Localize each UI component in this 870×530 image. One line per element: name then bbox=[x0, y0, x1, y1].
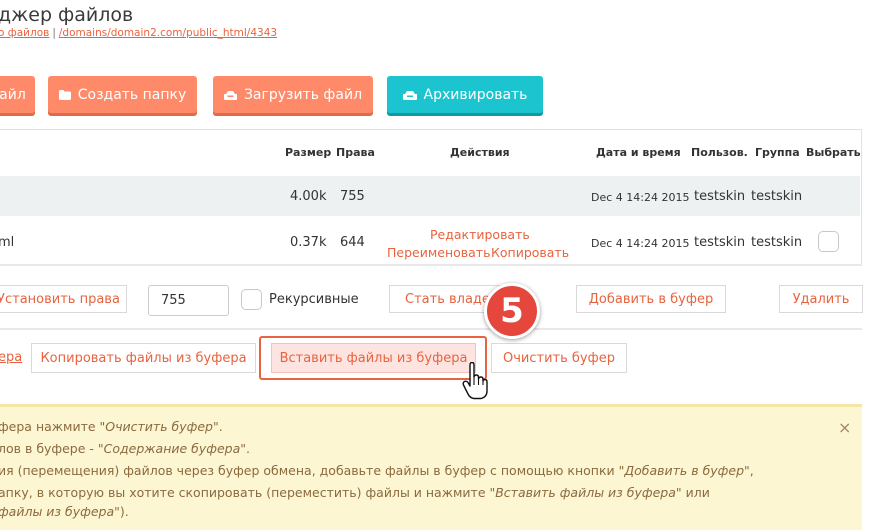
row2-filename[interactable]: ml bbox=[0, 235, 14, 250]
row1-group: testskin bbox=[751, 189, 803, 204]
breadcrumb-link-home[interactable]: о файлов bbox=[0, 27, 49, 39]
info-line-2: лов в буфере - "Содержание буфера". bbox=[0, 441, 250, 456]
col-header-perms[interactable]: Права bbox=[336, 146, 375, 159]
buffer-content-link[interactable]: ера bbox=[0, 350, 22, 365]
new-file-button[interactable]: айл bbox=[0, 76, 35, 113]
row1-size: 4.00k bbox=[290, 189, 327, 204]
delete-button[interactable]: Удалить bbox=[779, 285, 863, 313]
recursive-checkbox[interactable] bbox=[241, 289, 262, 310]
create-folder-label: Создать папку bbox=[77, 86, 187, 103]
archive-button[interactable]: Архивировать bbox=[387, 76, 543, 113]
divider bbox=[0, 264, 862, 266]
info-line-4: апку, в которую вы хотите скопировать (п… bbox=[0, 485, 710, 500]
upload-file-label: Загрузить файл bbox=[243, 86, 363, 103]
breadcrumb-link-path[interactable]: /domains/domain2.com/public_html/4343 bbox=[59, 27, 277, 39]
row2-select-checkbox[interactable] bbox=[818, 231, 839, 252]
row2-date: Dec 4 14:24 2015 bbox=[591, 237, 690, 250]
col-header-datetime[interactable]: Дата и время bbox=[596, 146, 681, 159]
row1-perms[interactable]: 755 bbox=[340, 189, 365, 204]
hand-cursor-icon bbox=[462, 361, 488, 404]
create-folder-button[interactable]: Создать папку bbox=[48, 76, 197, 113]
row2-size: 0.37k bbox=[290, 235, 327, 250]
row1-user: testskin bbox=[694, 189, 746, 204]
col-header-select: Выбрать bbox=[806, 146, 861, 159]
rename-link[interactable]: Переименовать bbox=[387, 245, 490, 260]
info-line-3: ия (перемещения) файлов через буфер обме… bbox=[0, 463, 754, 478]
set-perms-button[interactable]: Установить права bbox=[0, 285, 127, 313]
row1-date: Dec 4 14:24 2015 bbox=[591, 191, 690, 204]
row2-perms[interactable]: 644 bbox=[340, 235, 365, 250]
clear-buffer-button[interactable]: Очистить буфер bbox=[491, 343, 627, 373]
recursive-label: Рекурсивные bbox=[269, 292, 359, 307]
breadcrumb-separator: | bbox=[52, 27, 56, 39]
col-header-user[interactable]: Пользов. bbox=[691, 146, 748, 159]
perms-input[interactable]: 755 bbox=[148, 285, 229, 316]
col-header-size[interactable]: Размер bbox=[285, 146, 331, 159]
divider bbox=[0, 328, 862, 330]
info-line-1: фера нажмите "Очистить буфер". bbox=[0, 419, 223, 434]
highlight-frame bbox=[259, 336, 487, 380]
folder-icon bbox=[58, 89, 71, 100]
close-icon[interactable]: × bbox=[838, 418, 851, 437]
upload-icon bbox=[223, 90, 237, 100]
col-header-group[interactable]: Группа bbox=[755, 146, 800, 159]
row2-group: testskin bbox=[751, 235, 803, 250]
info-line-5: файлы из буфера"). bbox=[0, 504, 129, 519]
edit-link[interactable]: Редактировать bbox=[430, 227, 530, 242]
row2-user: testskin bbox=[694, 235, 746, 250]
copy-from-buffer-button[interactable]: Копировать файлы из буфера bbox=[31, 343, 256, 373]
copy-link[interactable]: Копировать bbox=[491, 245, 569, 260]
archive-label: Архивировать bbox=[423, 86, 528, 103]
archive-icon bbox=[402, 90, 417, 100]
page-title: джер файлов bbox=[0, 4, 134, 26]
add-to-buffer-button[interactable]: Добавить в буфер bbox=[576, 285, 726, 313]
breadcrumb: о файлов |/domains/domain2.com/public_htm… bbox=[0, 27, 277, 39]
new-file-label: айл bbox=[0, 86, 26, 103]
col-header-actions: Действия bbox=[450, 146, 510, 159]
step-badge: 5 bbox=[484, 283, 540, 339]
upload-file-button[interactable]: Загрузить файл bbox=[213, 76, 373, 113]
